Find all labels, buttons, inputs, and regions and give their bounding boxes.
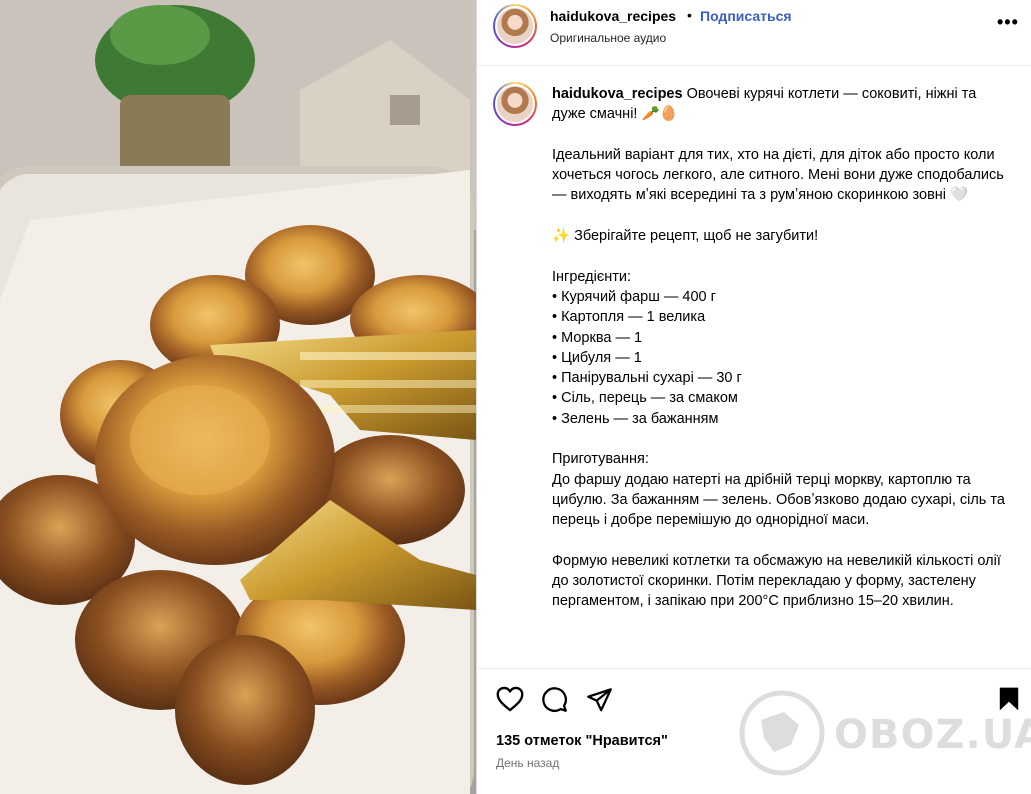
header-divider — [477, 65, 1031, 66]
paper-plane-icon[interactable] — [586, 686, 613, 713]
globe-logo-icon — [739, 690, 825, 776]
ingredient-item: • Панірувальні сухарі — 30 г — [552, 370, 742, 387]
post-panel: haidukova_recipes • Подписаться Оригинал… — [476, 0, 1031, 794]
watermark-text: OBOZ.UA — [834, 712, 1031, 758]
ingredient-item: • Зелень — за бажанням — [552, 410, 719, 427]
post-caption: haidukova_recipes Овочеві курячі котлети… — [552, 84, 1012, 654]
caption-line: До фаршу додаю натерті на дрібній терці … — [552, 471, 1005, 529]
heart-icon[interactable] — [496, 686, 524, 712]
cutlets-illustration — [0, 0, 476, 794]
header-separator: • — [687, 7, 692, 23]
post-photo[interactable] — [0, 0, 476, 794]
ingredient-item: • Сіль, перець — за смаком — [552, 390, 738, 407]
ingredient-item: • Курячий фарш — 400 г — [552, 288, 716, 305]
oboz-watermark: OBOZ.UA — [739, 690, 1031, 780]
caption-line: ✨ Зберігайте рецепт, щоб не загубити! — [552, 228, 819, 245]
ingredient-item: • Картопля — 1 велика — [552, 309, 706, 326]
actions-divider — [477, 668, 1031, 669]
post-time[interactable]: День назад — [496, 756, 559, 770]
original-audio-link[interactable]: Оригинальное аудио — [550, 31, 666, 45]
comment-icon[interactable] — [541, 686, 568, 713]
ingredient-item: • Цибуля — 1 — [552, 349, 642, 366]
caption-line: Приготування: — [552, 451, 649, 468]
more-options-icon[interactable]: ••• — [997, 12, 1019, 33]
likes-count[interactable]: 135 отметок "Нравится" — [496, 733, 668, 749]
caption-line: Формую невеликі котлетки та обсмажую на … — [552, 552, 1001, 610]
ingredient-item: • Морква — 1 — [552, 329, 643, 346]
author-avatar[interactable] — [493, 4, 537, 48]
caption-username[interactable]: haidukova_recipes — [552, 86, 683, 102]
author-username[interactable]: haidukova_recipes — [550, 8, 676, 24]
follow-button[interactable]: Подписаться — [700, 8, 792, 24]
caption-line: haidukova_recipes Овочеві курячі котлети… — [552, 86, 977, 123]
caption-avatar[interactable] — [493, 82, 537, 126]
caption-line: Ідеальний варіант для тих, хто на дієті,… — [552, 146, 1004, 204]
caption-line: Інгредієнти: — [552, 268, 631, 285]
